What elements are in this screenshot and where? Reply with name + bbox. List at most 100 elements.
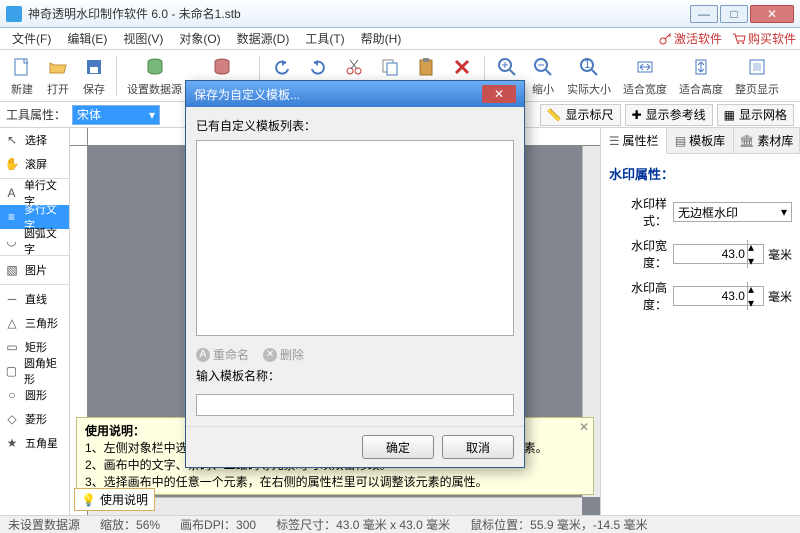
width-spinner[interactable]: ▴▾ [747,240,761,268]
style-combo[interactable]: 无边框水印▾ [673,202,792,222]
help-close-button[interactable]: ✕ [579,420,589,434]
ruler-corner [70,128,88,146]
menu-datasource[interactable]: 数据源(D) [229,28,298,49]
tool-icon: ▢ [4,364,19,378]
tool-三角形[interactable]: △ 三角形 [0,311,69,335]
height-input[interactable]: 43.0▴▾ [673,286,764,306]
save-icon [84,57,104,77]
font-combo[interactable]: 宋体▾ [72,105,160,125]
tab-assets[interactable]: 🏛素材库 [734,128,800,153]
panel-tabs: ☰属性栏 ▤模板库 🏛素材库 [601,128,800,154]
tool-label: 五角星 [25,435,58,451]
height-unit: 毫米 [768,288,792,305]
bulb-icon: 💡 [81,493,96,507]
horizontal-scrollbar[interactable] [88,497,582,515]
tool-icon: ─ [4,292,20,306]
tool-圆弧文字[interactable]: ◡圆弧文字 [0,229,69,253]
menu-file[interactable]: 文件(F) [4,28,59,49]
menu-edit[interactable]: 编辑(E) [59,28,115,49]
open-button[interactable]: 打开 [40,52,76,100]
height-label: 水印高度： [609,279,667,313]
tool-滚屏[interactable]: ✋ 滚屏 [0,152,69,176]
tool-五角星[interactable]: ★ 五角星 [0,431,69,455]
fit-page-button[interactable]: 整页显示 [729,52,785,100]
db-remove-icon [212,57,232,77]
ok-button[interactable]: 确定 [362,435,434,459]
statusbar: 未设置数据源 缩放：56% 画布DPI：300 标签尺寸：43.0 毫米 x 4… [0,515,800,533]
close-button[interactable]: ✕ [750,5,794,23]
status-datasource: 未设置数据源 [8,516,80,533]
tool-选择[interactable]: ↖ 选择 [0,128,69,152]
new-icon [12,57,32,77]
tool-label: 直线 [25,291,47,307]
chevron-down-icon: ▾ [149,108,155,122]
tool-label: 菱形 [25,411,47,427]
new-button[interactable]: 新建 [4,52,40,100]
tool-icon: △ [4,316,20,330]
fit-height-button[interactable]: 适合高度 [673,52,729,100]
tool-label: 图片 [25,262,47,278]
tool-图片[interactable]: ▧图片 [0,258,69,282]
tool-palette: ↖选择✋滚屏A单行文字≡多行文字◡圆弧文字▧图片─直线△三角形▭矩形▢圆角矩形○… [0,128,70,515]
status-zoom: 缩放：56% [100,516,160,533]
width-input[interactable]: 43.0▴▾ [673,244,764,264]
templates-icon: ▤ [675,134,686,148]
minimize-button[interactable]: — [690,5,718,23]
menubar: 文件(F) 编辑(E) 视图(V) 对象(O) 数据源(D) 工具(T) 帮助(… [0,28,800,50]
tool-label: 选择 [25,132,47,148]
delete-template-button[interactable]: ✕删除 [263,346,304,363]
fit-height-icon [691,57,711,77]
tool-菱形[interactable]: ◇菱形 [0,407,69,431]
maximize-button[interactable]: □ [720,5,748,23]
template-name-input[interactable] [196,394,514,416]
list-label: 已有自定义模板列表： [196,117,514,134]
tool-圆角矩形[interactable]: ▢圆角矩形 [0,359,69,383]
dialog-titlebar[interactable]: 保存为自定义模板... ✕ [186,81,524,107]
fit-width-button[interactable]: 适合宽度 [617,52,673,100]
zoom-actual-button[interactable]: 1实际大小 [561,52,617,100]
guides-icon: ✚ [632,108,642,122]
chevron-down-icon: ▾ [781,205,787,219]
buy-link[interactable]: 购买软件 [732,30,796,47]
show-grid-button[interactable]: ▦显示网格 [717,104,794,126]
menu-tools[interactable]: 工具(T) [297,28,352,49]
input-label: 输入模板名称： [196,367,514,384]
zoom-out-button[interactable]: 缩小 [525,52,561,100]
tool-label: 圆弧文字 [24,225,65,257]
save-button[interactable]: 保存 [76,52,112,100]
menu-object[interactable]: 对象(O) [171,28,228,49]
tool-icon: ★ [4,436,20,450]
tab-properties[interactable]: ☰属性栏 [601,128,667,154]
show-ruler-button[interactable]: 📏显示标尺 [540,104,621,126]
set-datasource-button[interactable]: 设置数据源 [121,52,188,100]
dialog-close-button[interactable]: ✕ [482,85,516,103]
template-listbox[interactable] [196,140,514,336]
tool-icon: ◡ [4,234,19,248]
tool-直线[interactable]: ─ 直线 [0,287,69,311]
dialog-title: 保存为自定义模板... [194,86,482,103]
tool-icon: ✋ [4,157,20,171]
menu-view[interactable]: 视图(V) [115,28,171,49]
tool-icon: ≡ [4,210,19,224]
rename-button[interactable]: A重命名 [196,346,249,363]
cancel-button[interactable]: 取消 [442,435,514,459]
height-spinner[interactable]: ▴▾ [747,282,761,310]
zoom-out-icon [533,57,553,77]
activate-link[interactable]: 激活软件 [658,30,722,47]
tool-label: 圆角矩形 [24,355,65,387]
panel-title: 水印属性： [609,164,792,183]
tool-icon: A [4,186,19,200]
assets-icon: 🏛 [739,134,754,148]
status-size: 标签尺寸：43.0 毫米 x 43.0 毫米 [276,516,450,533]
status-pos: 鼠标位置：55.9 毫米，-14.5 毫米 [470,516,647,533]
tool-icon: ↖ [4,133,20,147]
tool-label: 滚屏 [25,156,47,172]
show-guides-button[interactable]: ✚显示参考线 [625,104,713,126]
help-tag[interactable]: 💡使用说明 [74,488,155,511]
tool-label: 三角形 [25,315,58,331]
tab-templates[interactable]: ▤模板库 [667,128,733,153]
fit-page-icon [747,57,767,77]
tool-label: 圆形 [25,387,47,403]
help-line: 3、选择画布中的任意一个元素，在右侧的属性栏里可以调整该元素的属性。 [85,473,585,490]
menu-help[interactable]: 帮助(H) [353,28,410,49]
